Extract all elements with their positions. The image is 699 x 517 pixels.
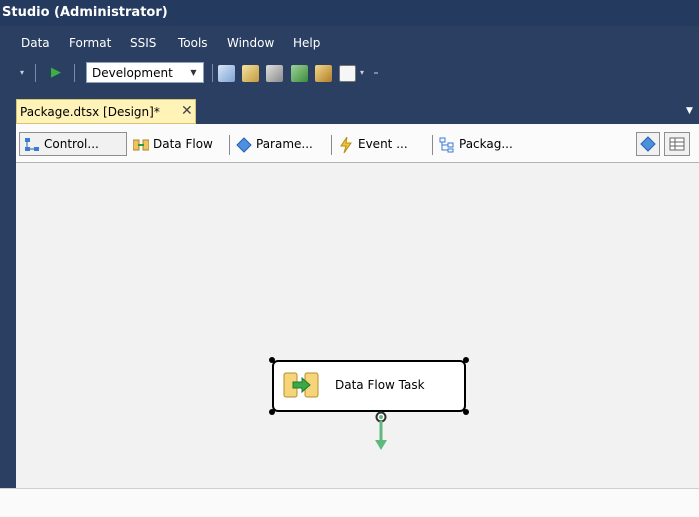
data-flow-task[interactable]: Data Flow Task xyxy=(272,360,466,412)
tab-parameters-label: Parame... xyxy=(256,137,313,151)
ssis-toolbox-icon[interactable] xyxy=(291,65,308,82)
menu-ssis[interactable]: SSIS xyxy=(130,36,156,50)
status-strip xyxy=(0,488,699,517)
toolbar-overflow-icon[interactable]: ₌ xyxy=(371,64,381,82)
close-icon[interactable]: ✕ xyxy=(181,103,193,119)
control-flow-canvas[interactable]: Data Flow Task xyxy=(16,163,699,516)
data-flow-task-icon xyxy=(283,372,319,398)
variables-icon[interactable] xyxy=(315,65,332,82)
parameters-window-button[interactable] xyxy=(636,132,660,156)
selection-handle[interactable] xyxy=(269,357,275,363)
precedence-constraint-arrow-icon[interactable] xyxy=(371,410,391,455)
selection-handle[interactable] xyxy=(463,357,469,363)
toolbar-separator xyxy=(212,64,213,82)
menu-window[interactable]: Window xyxy=(227,36,274,50)
tab-parameters[interactable]: Parame... xyxy=(232,132,329,156)
toolbox-icon[interactable] xyxy=(266,65,283,82)
menu-tools[interactable]: Tools xyxy=(178,36,208,50)
variables-grid-icon xyxy=(669,137,685,151)
selection-handle[interactable] xyxy=(269,409,275,415)
toolbar-dropdown-arrow-icon[interactable]: ▾ xyxy=(16,64,28,82)
command-window-icon[interactable] xyxy=(339,65,356,82)
menu-data[interactable]: Data xyxy=(21,36,50,50)
start-debugging-play-icon[interactable]: ▶ xyxy=(49,64,63,82)
window-title: Studio (Administrator) xyxy=(2,5,168,20)
document-tab-label: Package.dtsx [Design]* xyxy=(20,105,160,119)
tab-separator xyxy=(331,135,332,155)
selection-handle[interactable] xyxy=(463,409,469,415)
document-tab-package-design[interactable]: Package.dtsx [Design]* ✕ xyxy=(16,99,196,124)
tab-data-flow[interactable]: Data Flow xyxy=(129,132,227,156)
tab-separator xyxy=(229,135,230,155)
tab-event-handlers-label: Event ... xyxy=(358,137,408,151)
control-flow-icon xyxy=(25,138,39,151)
task-label: Data Flow Task xyxy=(335,378,425,392)
solution-configuration-dropdown[interactable]: Development ▼ xyxy=(86,62,204,83)
tab-control-flow[interactable]: Control... xyxy=(19,132,127,156)
toolbar-separator xyxy=(74,64,75,82)
tab-separator xyxy=(432,135,433,155)
tab-event-handlers[interactable]: Event ... xyxy=(334,132,430,156)
designer-tab-strip: Control... Data Flow Parame... Event ... xyxy=(16,124,699,163)
standard-toolbar: ▾ ▶ Development ▼ ▾ ₌ xyxy=(6,58,699,88)
variables-window-button[interactable] xyxy=(664,132,690,156)
find-results-icon[interactable] xyxy=(218,65,235,82)
tab-list-dropdown-icon[interactable]: ▼ xyxy=(686,106,693,116)
chevron-down-icon[interactable]: ▼ xyxy=(186,65,201,80)
dropdown-value: Development xyxy=(92,66,173,80)
parameters-icon xyxy=(640,136,656,152)
menu-format[interactable]: Format xyxy=(69,36,111,50)
tab-data-flow-label: Data Flow xyxy=(153,137,213,151)
properties-icon[interactable] xyxy=(242,65,259,82)
package-designer: Control... Data Flow Parame... Event ... xyxy=(16,124,699,516)
tab-control-flow-label: Control... xyxy=(44,137,99,151)
menu-help[interactable]: Help xyxy=(293,36,320,50)
data-flow-icon xyxy=(133,139,149,151)
toolbar-separator xyxy=(35,64,36,82)
package-explorer-icon xyxy=(439,137,454,153)
event-handlers-icon xyxy=(340,137,352,153)
window-titlebar: Studio (Administrator) xyxy=(0,0,699,26)
tab-package-explorer-label: Packag... xyxy=(459,137,513,151)
tab-package-explorer[interactable]: Packag... xyxy=(435,132,537,156)
chevron-down-icon[interactable]: ▾ xyxy=(357,64,367,82)
menu-bar: Data Format SSIS Tools Window Help xyxy=(6,33,699,55)
parameters-icon xyxy=(236,137,252,153)
